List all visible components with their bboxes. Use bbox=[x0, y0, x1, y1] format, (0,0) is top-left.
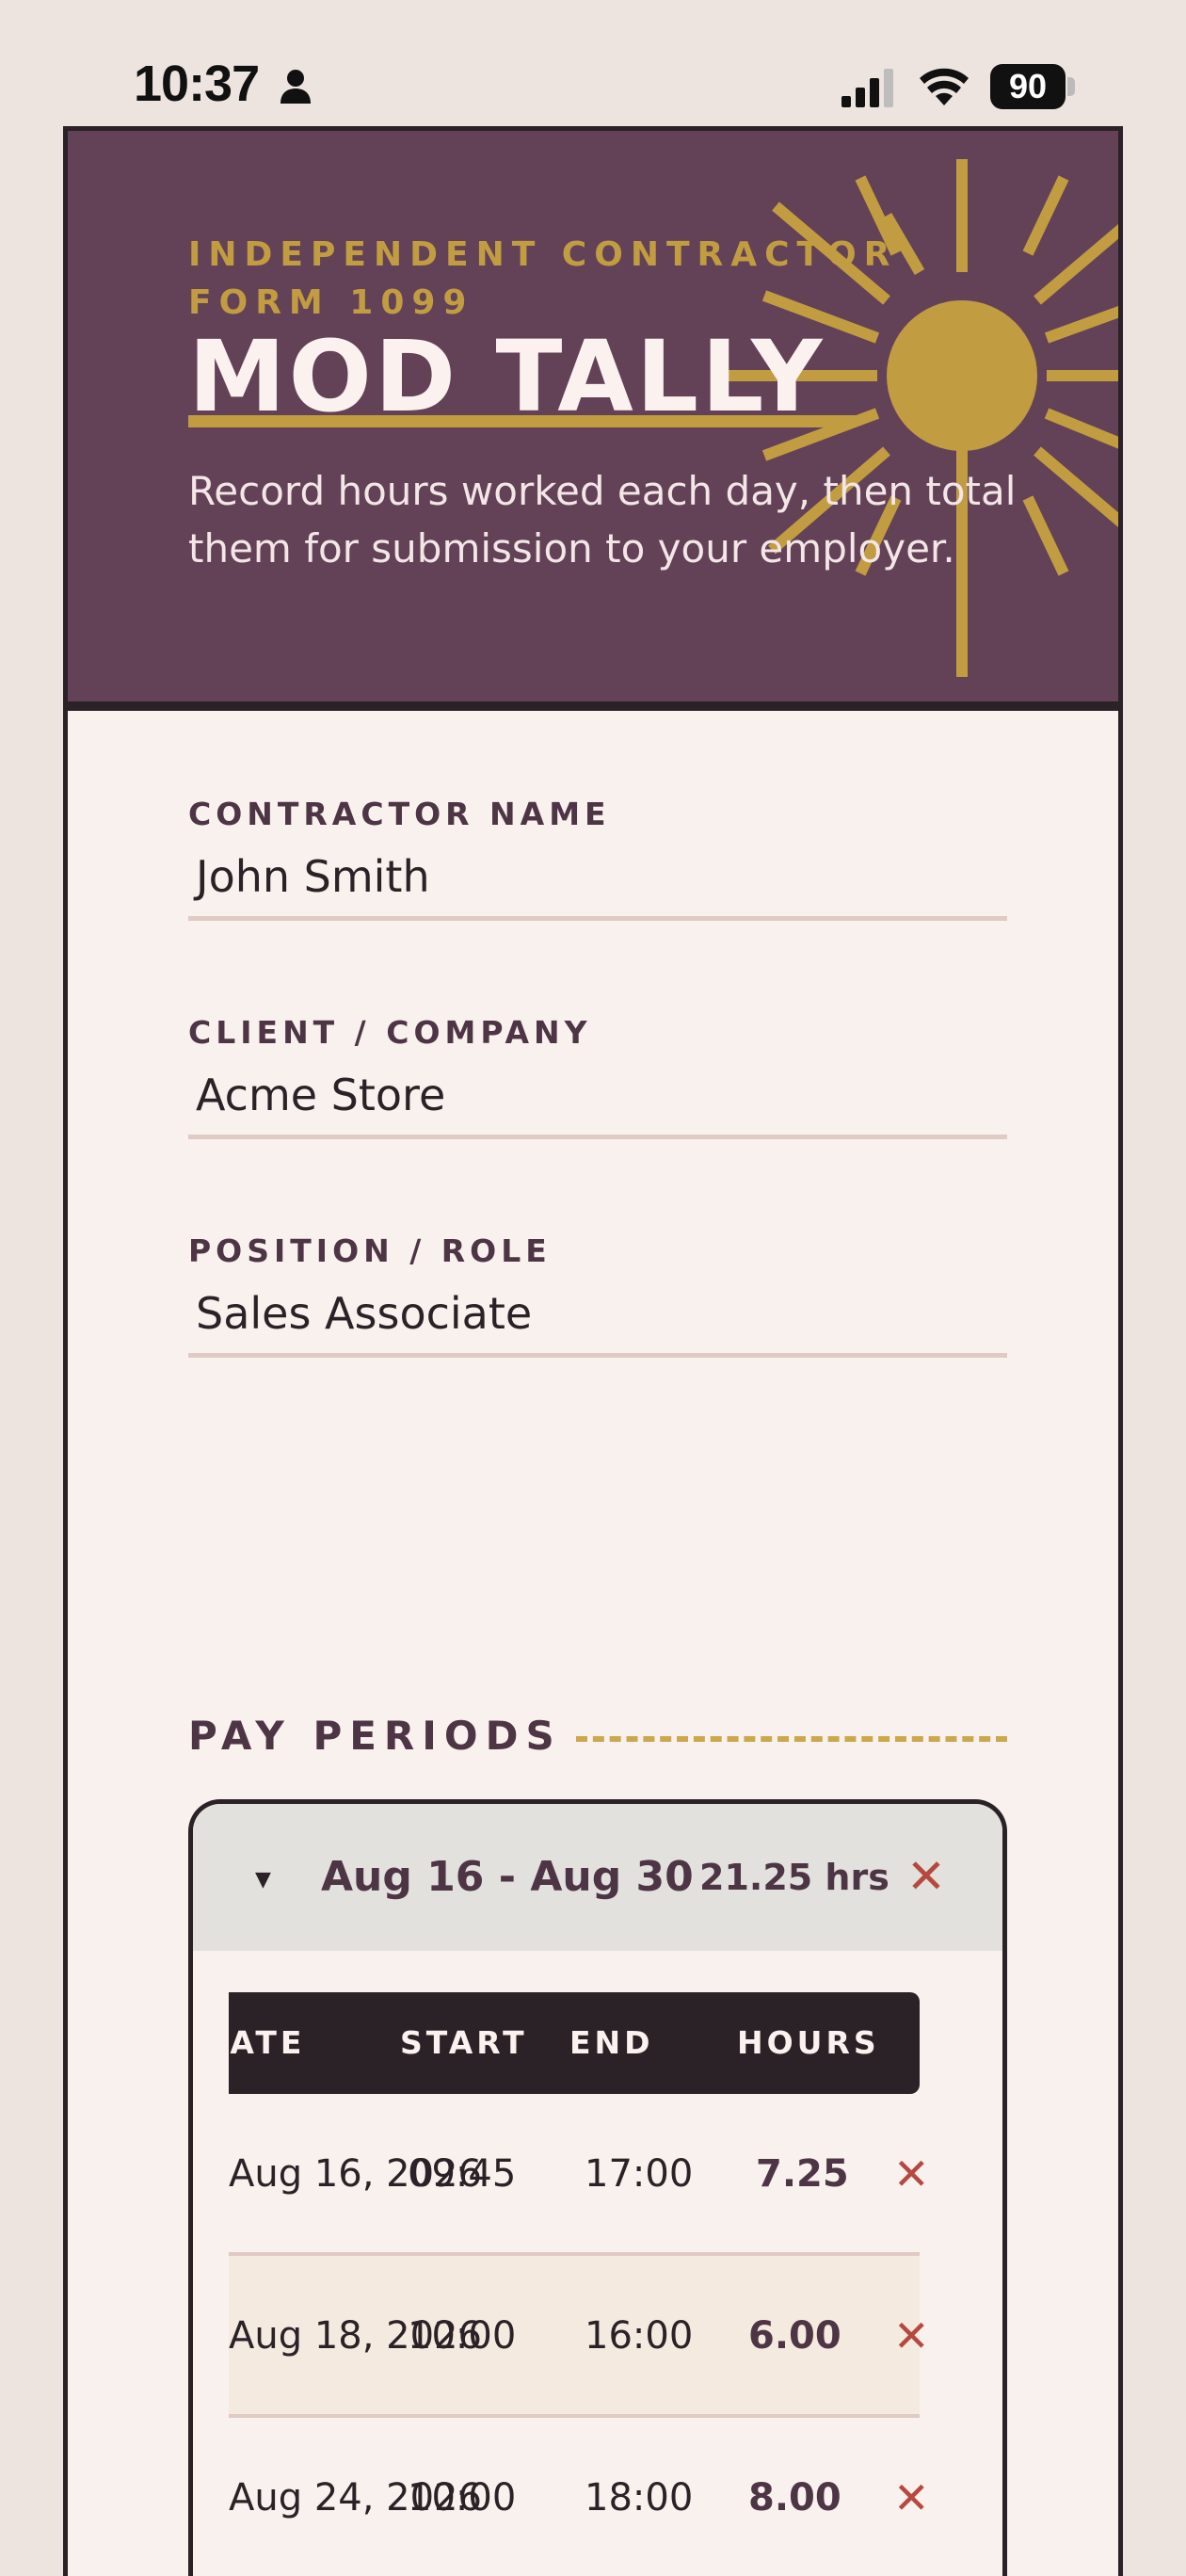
table-row[interactable]: Aug 18, 2026 10:00 16:00 6.00 ✕ bbox=[229, 2256, 930, 2416]
client-company-label: CLIENT / COMPANY bbox=[188, 1014, 592, 1051]
field-underline bbox=[188, 916, 1007, 921]
app-description: Record hours worked each day, then total… bbox=[188, 468, 1017, 572]
row-start: 10:00 bbox=[408, 2314, 517, 2358]
row-end: 16:00 bbox=[585, 2314, 694, 2358]
position-role-input[interactable]: Sales Associate bbox=[188, 1283, 1007, 1344]
pay-periods-title: PAY PERIODS bbox=[188, 1713, 562, 1759]
pay-period-total: 21.25 hrs bbox=[699, 1857, 890, 1898]
cellular-signal-icon bbox=[841, 69, 893, 107]
section-divider bbox=[576, 1736, 1007, 1742]
column-hours: HOURS bbox=[737, 2024, 880, 2061]
status-bar: 10:37 90 bbox=[0, 0, 1186, 127]
row-hours: 7.25 bbox=[756, 2152, 849, 2196]
field-underline bbox=[188, 1353, 1007, 1358]
column-start: START bbox=[400, 2024, 528, 2061]
table-row[interactable]: Aug 24, 2026 10:00 18:00 8.00 ✕ bbox=[229, 2418, 930, 2576]
field-underline bbox=[188, 1135, 1007, 1139]
position-role-label: POSITION / ROLE bbox=[188, 1232, 552, 1269]
row-end: 18:00 bbox=[585, 2476, 694, 2520]
remove-row-icon[interactable]: ✕ bbox=[893, 2256, 930, 2416]
position-role-field: POSITION / ROLE Sales Associate bbox=[188, 1232, 1007, 1358]
wifi-icon bbox=[920, 68, 969, 105]
contractor-name-label: CONTRACTOR NAME bbox=[188, 796, 611, 832]
row-start: 09:45 bbox=[408, 2152, 517, 2196]
row-end: 17:00 bbox=[585, 2152, 694, 2196]
contractor-name-field: CONTRACTOR NAME John Smith bbox=[188, 796, 1007, 921]
table-header: DATE START END HOURS bbox=[229, 1992, 920, 2094]
timesheet-card: INDEPENDENT CONTRACTOR FORM 1099 MOD TAL… bbox=[63, 126, 1123, 2576]
battery-level: 90 bbox=[1008, 67, 1048, 105]
row-hours: 6.00 bbox=[748, 2314, 841, 2358]
remove-period-icon[interactable]: ✕ bbox=[906, 1849, 946, 1904]
pay-period-header[interactable]: ▼ Aug 16 - Aug 30 21.25 hrs ✕ bbox=[193, 1804, 1002, 1951]
caret-down-icon[interactable]: ▼ bbox=[255, 1868, 271, 1892]
contractor-name-input[interactable]: John Smith bbox=[188, 846, 1007, 907]
column-end: END bbox=[569, 2024, 654, 2061]
column-date: DATE bbox=[229, 2024, 306, 2061]
status-time: 10:37 bbox=[134, 56, 260, 112]
client-company-input[interactable]: Acme Store bbox=[188, 1065, 1007, 1125]
pay-period-card: ▼ Aug 16 - Aug 30 21.25 hrs ✕ DATE START… bbox=[188, 1799, 1007, 2576]
row-start: 10:00 bbox=[408, 2476, 517, 2520]
remove-row-icon[interactable]: ✕ bbox=[893, 2418, 930, 2576]
battery-icon: 90 bbox=[990, 64, 1075, 109]
person-icon bbox=[280, 70, 311, 104]
client-company-field: CLIENT / COMPANY Acme Store bbox=[188, 1014, 1007, 1139]
header-banner: INDEPENDENT CONTRACTOR FORM 1099 MOD TAL… bbox=[68, 131, 1118, 711]
form-kicker: INDEPENDENT CONTRACTOR FORM 1099 bbox=[188, 235, 898, 322]
remove-row-icon[interactable]: ✕ bbox=[893, 2094, 930, 2254]
row-hours: 8.00 bbox=[748, 2476, 841, 2520]
app-title: MOD TALLY bbox=[188, 319, 825, 434]
pay-period-range: Aug 16 - Aug 30 bbox=[321, 1853, 694, 1901]
table-row[interactable]: Aug 16, 2026 09:45 17:00 7.25 ✕ bbox=[229, 2094, 930, 2254]
